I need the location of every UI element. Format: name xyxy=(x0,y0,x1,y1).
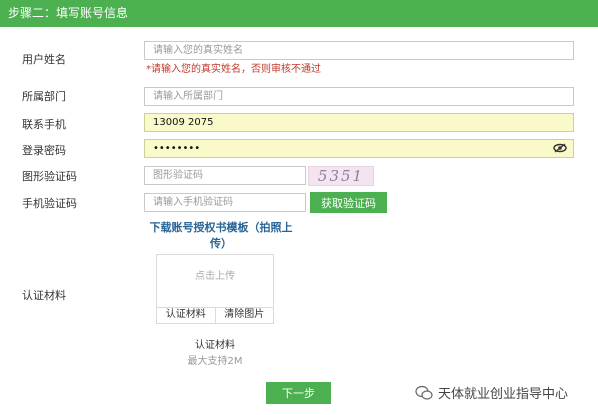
password-value: •••••••• xyxy=(153,143,201,154)
sms-label: 手机验证码 xyxy=(22,197,77,210)
upload-actions: 认证材料 清除图片 xyxy=(157,307,273,323)
show-password-icon[interactable] xyxy=(553,143,567,153)
dept-label: 所属部门 xyxy=(22,90,66,103)
material-label: 认证材料 xyxy=(22,289,66,302)
dept-input[interactable]: 请输入所属部门 xyxy=(144,87,574,106)
phone-input[interactable]: 13009 2075 xyxy=(144,113,574,132)
name-error-message: *请输入您的真实姓名，否则审核不通过 xyxy=(146,64,321,75)
sms-code-input[interactable]: 请输入手机验证码 xyxy=(144,193,306,212)
upload-size-limit: 最大支持2M xyxy=(187,356,243,367)
get-sms-code-button[interactable]: 获取验证码 xyxy=(310,192,387,213)
watermark: 天体就业创业指导中心 xyxy=(415,383,568,402)
upload-caption: 认证材料 xyxy=(195,340,235,351)
next-step-button[interactable]: 下一步 xyxy=(266,382,331,404)
password-label: 登录密码 xyxy=(22,144,66,157)
download-template-link[interactable]: 下载账号授权书模板（拍照上传） xyxy=(146,220,296,252)
watermark-text: 天体就业创业指导中心 xyxy=(438,387,569,402)
upload-hint[interactable]: 点击上传 xyxy=(157,267,273,282)
clear-image-button[interactable]: 清除图片 xyxy=(214,308,274,323)
captcha-label: 图形验证码 xyxy=(22,170,77,183)
captcha-input[interactable]: 图形验证码 xyxy=(144,166,306,185)
name-input[interactable]: 请输入您的真实姓名 xyxy=(144,41,574,60)
wechat-icon xyxy=(415,385,433,400)
name-label: 用户姓名 xyxy=(22,53,66,66)
upload-material-button[interactable]: 认证材料 xyxy=(157,308,215,323)
phone-label: 联系手机 xyxy=(22,118,66,131)
captcha-image[interactable]: 5351 xyxy=(308,166,374,186)
password-input[interactable]: •••••••• xyxy=(144,139,574,158)
step-header: 步骤二：填写账号信息 xyxy=(0,0,598,27)
upload-box[interactable]: 点击上传 认证材料 清除图片 xyxy=(156,254,274,324)
step-title: 步骤二：填写账号信息 xyxy=(8,6,129,20)
